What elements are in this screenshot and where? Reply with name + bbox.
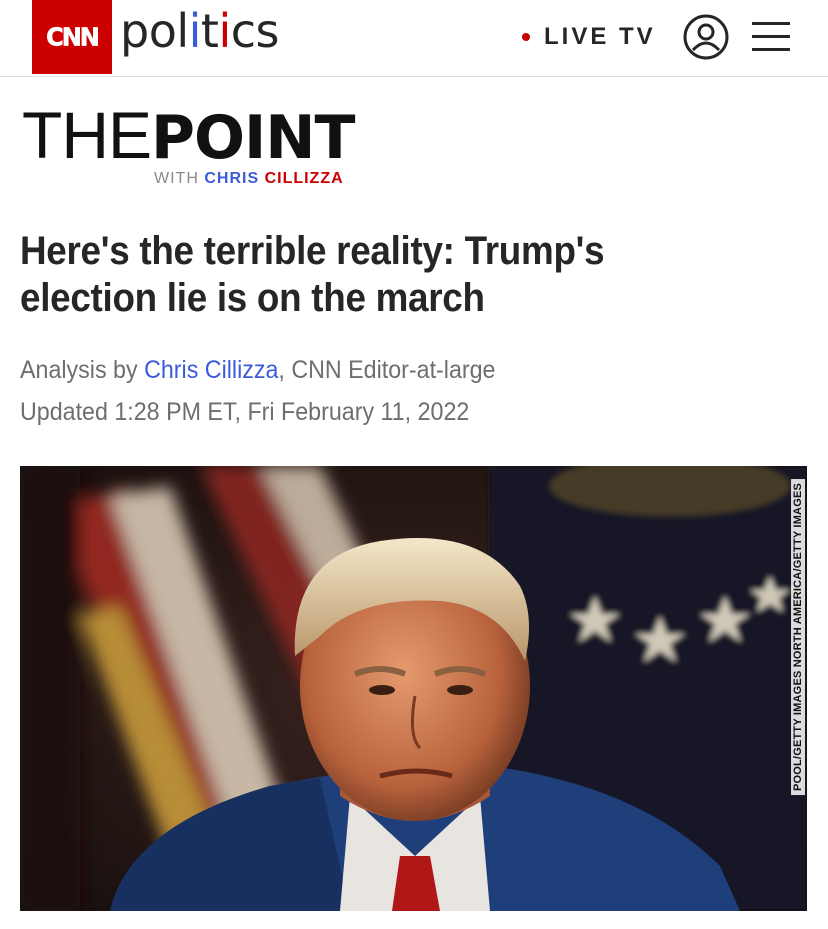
the-point-byline: WITH CHRIS CILLIZZA (154, 170, 344, 187)
hamburger-menu-icon[interactable] (752, 20, 790, 52)
cnn-logo-text: CNN (46, 22, 100, 52)
the-point-title: THEPOINT (22, 98, 355, 173)
user-account-icon[interactable] (683, 14, 729, 60)
top-navigation-bar: CNN politics LIVE TV (0, 0, 828, 77)
author-link[interactable]: Chris Cillizza (144, 356, 278, 384)
live-tv-button[interactable]: LIVE TV (522, 22, 656, 52)
article-meta: Analysis by Chris Cillizza, CNN Editor-a… (20, 349, 727, 433)
live-tv-label: LIVE TV (544, 23, 656, 50)
byline: Analysis by Chris Cillizza, CNN Editor-a… (20, 349, 727, 391)
article-hero-image[interactable] (20, 466, 807, 911)
image-credit: POOL/GETTY IMAGES NORTH AMERICA/GETTY IM… (787, 472, 809, 802)
section-title-politics[interactable]: politics (120, 4, 280, 58)
updated-timestamp: Updated 1:28 PM ET, Fri February 11, 202… (20, 398, 470, 426)
analysis-prefix: Analysis by (20, 356, 138, 384)
article-headline: Here's the terrible reality: Trump's ele… (20, 229, 605, 320)
live-dot-icon (522, 33, 530, 41)
the-point-branding[interactable]: THEPOINT WITH CHRIS CILLIZZA (22, 98, 355, 187)
author-role: , CNN Editor-at-large (278, 356, 496, 384)
cnn-logo[interactable]: CNN (32, 0, 112, 74)
hero-photo (20, 466, 807, 911)
